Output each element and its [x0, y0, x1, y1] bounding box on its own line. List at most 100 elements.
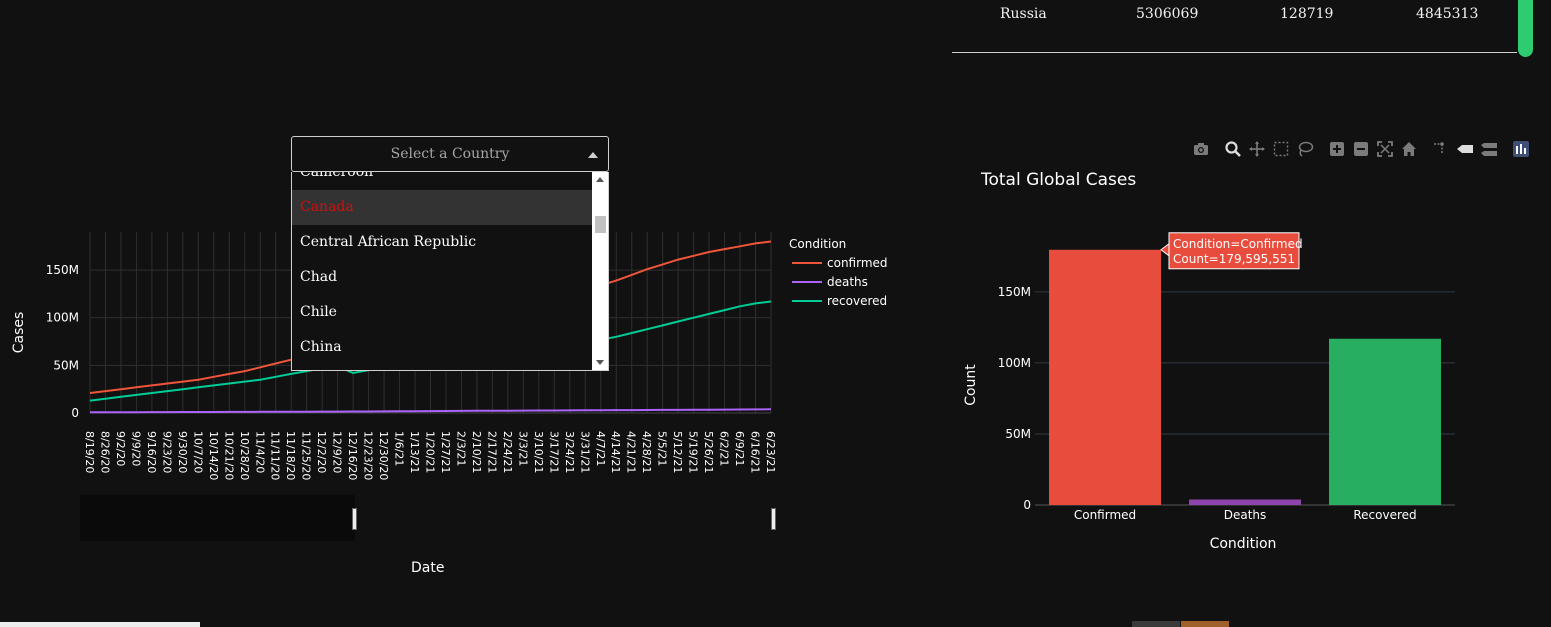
recovered-bar [1329, 338, 1441, 505]
tooltip-line-2: Count=179,595,551 [1173, 252, 1295, 266]
bar-chart-x-axis-title: Condition [1210, 536, 1277, 552]
x-tick-label: 2/10/21 [470, 431, 483, 473]
deaths-cell: 128719 [1280, 6, 1334, 22]
table-scrollbar-thumb[interactable] [1518, 0, 1533, 57]
y-tick-label: 50M [53, 358, 79, 372]
taskbar-item[interactable] [1132, 621, 1180, 627]
x-tick-label: 2/3/21 [454, 431, 467, 466]
hover-closest-icon[interactable] [1456, 140, 1474, 158]
x-tick-label: 2/17/21 [485, 431, 498, 473]
x-tick-label: 11/18/20 [284, 431, 297, 480]
x-tick-label: 6/2/21 [718, 431, 731, 466]
x-tick-label: 3/31/21 [578, 431, 591, 473]
x-tick-label: 12/30/20 [377, 431, 390, 480]
hover-compare-icon[interactable] [1480, 140, 1498, 158]
lasso-select-icon[interactable] [1296, 140, 1314, 158]
pan-icon[interactable] [1248, 140, 1266, 158]
y-tick-label: 0 [71, 406, 79, 420]
x-tick-label: 9/16/20 [145, 431, 158, 473]
x-tick-label: 11/4/20 [253, 431, 266, 473]
global-cases-bar-chart[interactable]: Total Global Cases 0 50M 100M 150M Confirmed D… [950, 165, 1490, 565]
hover-tooltip: Condition=ConfirmedCount=179,595,551 [1160, 232, 1303, 270]
zoom-in-icon[interactable] [1328, 140, 1346, 158]
table-row: Russia 5306069 128719 4845313 [952, 0, 1517, 53]
zoom-out-icon[interactable] [1352, 140, 1370, 158]
range-slider-left-handle[interactable] [352, 508, 357, 530]
x-tick-label: 3/17/21 [547, 431, 560, 473]
x-tick-label: 2/24/21 [501, 431, 514, 473]
x-tick-label: 5/5/21 [656, 431, 669, 466]
spike-lines-icon[interactable] [1430, 140, 1448, 158]
bar-chart-title: Total Global Cases [980, 170, 1136, 190]
dropdown-option-canada[interactable]: Canada [292, 190, 594, 225]
x-tick-label: 12/16/20 [346, 431, 359, 480]
tooltip-line-1: Condition=Confirmed [1173, 237, 1303, 251]
scroll-down-icon[interactable] [596, 360, 604, 365]
confirmed-cell: 5306069 [1136, 6, 1199, 22]
country-dropdown-placeholder: Select a Country [390, 146, 510, 162]
y-tick-label: 150M [998, 285, 1031, 299]
y-tick-label: 0 [1023, 498, 1031, 512]
x-tick-label: Recovered [1353, 508, 1416, 522]
page-bottom-bar [0, 622, 200, 627]
x-tick-label: 5/12/21 [671, 431, 684, 473]
confirmed-legend-label: confirmed [827, 256, 888, 270]
range-slider-right-handle[interactable] [771, 508, 776, 530]
country-dropdown[interactable]: Select a Country Cameroon Canada Central… [291, 136, 609, 371]
x-tick-label: 1/6/21 [393, 431, 406, 466]
x-tick-label: 8/26/20 [98, 431, 111, 473]
x-tick-label: 3/24/21 [563, 431, 576, 473]
dropdown-option-cameroon[interactable]: Cameroon [292, 172, 594, 190]
dropdown-option-china[interactable]: China [292, 330, 594, 365]
dropdown-scrollbar[interactable] [592, 172, 608, 370]
x-tick-label: 1/27/21 [439, 431, 452, 473]
x-tick-label: 10/28/20 [238, 431, 251, 480]
deaths-bar [1189, 499, 1301, 505]
country-dropdown-control[interactable]: Select a Country [291, 136, 609, 172]
dropdown-option-chad[interactable]: Chad [292, 260, 594, 295]
line-chart-y-axis-title: Cases [11, 312, 27, 354]
x-tick-label: 9/30/20 [176, 431, 189, 473]
x-tick-label: 3/3/21 [516, 431, 529, 466]
dropdown-option-central-african-republic[interactable]: Central African Republic [292, 225, 594, 260]
camera-icon[interactable] [1192, 140, 1210, 158]
country-dropdown-menu[interactable]: Cameroon Canada Central African Republic… [291, 172, 609, 371]
zoom-icon[interactable] [1224, 140, 1242, 158]
bar-chart-y-axis-title: Count [963, 364, 979, 406]
deaths-legend-label: deaths [827, 275, 868, 289]
date-range-slider[interactable] [80, 495, 776, 541]
x-tick-label: 10/7/20 [191, 431, 204, 473]
x-tick-label: 12/23/20 [362, 431, 375, 480]
dropdown-scroll-thumb[interactable] [595, 216, 606, 233]
y-tick-label: 150M [46, 263, 79, 277]
scroll-up-icon[interactable] [596, 177, 604, 182]
chevron-up-icon[interactable] [588, 152, 598, 158]
dropdown-option-chile[interactable]: Chile [292, 295, 594, 330]
x-tick-label: 11/11/20 [269, 431, 282, 480]
recovered-cell: 4845313 [1416, 6, 1479, 22]
x-tick-label: 4/7/21 [594, 431, 607, 466]
taskbar-item-active[interactable] [1181, 621, 1229, 627]
x-tick-label: 6/16/21 [749, 431, 762, 473]
legend-title: Condition [789, 237, 846, 251]
range-slider-mask [80, 495, 355, 541]
y-tick-label: 50M [1005, 427, 1031, 441]
recovered-legend-label: recovered [827, 294, 887, 308]
x-tick-label: 12/2/20 [315, 431, 328, 473]
x-tick-label: 11/25/20 [300, 431, 313, 480]
x-tick-label: 1/13/21 [408, 431, 421, 473]
x-tick-label: 5/19/21 [687, 431, 700, 473]
plotly-logo-icon[interactable] [1512, 140, 1530, 158]
x-tick-label: 5/26/21 [702, 431, 715, 473]
x-tick-label: 6/23/21 [764, 431, 777, 473]
autoscale-icon[interactable] [1376, 140, 1394, 158]
confirmed-bar [1049, 249, 1161, 505]
x-tick-label: 4/14/21 [609, 431, 622, 473]
box-select-icon[interactable] [1272, 140, 1290, 158]
reset-axes-icon[interactable] [1400, 140, 1418, 158]
x-tick-label: 3/10/21 [532, 431, 545, 473]
x-tick-label: 4/28/21 [640, 431, 653, 473]
x-tick-label: 12/9/20 [331, 431, 344, 473]
country-cell: Russia [1000, 6, 1047, 22]
line-chart-x-axis-title: Date [411, 560, 445, 576]
